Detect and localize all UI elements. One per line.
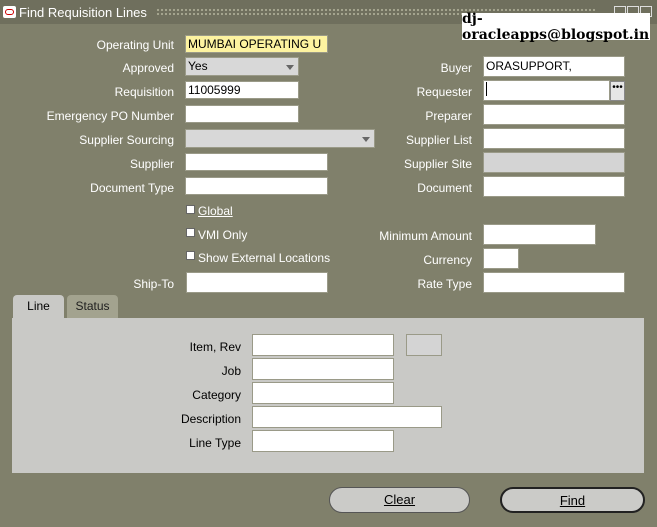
- document-field[interactable]: [483, 176, 625, 197]
- show-external-checkbox[interactable]: [186, 251, 195, 260]
- emergency-po-field[interactable]: [185, 105, 299, 123]
- approved-select[interactable]: Yes: [185, 57, 299, 76]
- description-field[interactable]: [252, 406, 442, 428]
- document-label: Document: [417, 181, 472, 195]
- category-field[interactable]: [252, 382, 394, 404]
- line-type-field[interactable]: [252, 430, 394, 452]
- vmi-only-label: VMI Only: [198, 228, 248, 242]
- minimum-amount-field[interactable]: [483, 224, 596, 245]
- description-label: Description: [180, 412, 241, 426]
- supplier-sourcing-label: Supplier Sourcing: [79, 133, 174, 147]
- supplier-list-field[interactable]: [483, 128, 625, 149]
- rev-field[interactable]: [406, 334, 442, 356]
- lov-ellipsis-icon[interactable]: •••: [610, 81, 625, 101]
- rate-type-field[interactable]: [483, 272, 625, 293]
- supplier-site-field[interactable]: [483, 152, 625, 173]
- ship-to-label: Ship-To: [133, 277, 174, 291]
- currency-label: Currency: [423, 253, 472, 267]
- document-type-label: Document Type: [90, 181, 174, 195]
- supplier-site-label: Supplier Site: [403, 157, 472, 171]
- item-rev-label: Item, Rev: [189, 340, 241, 354]
- window-title: Find Requisition Lines: [19, 5, 147, 20]
- approved-value: Yes: [188, 59, 208, 73]
- line-panel: Item, Rev Job Category Description Line …: [12, 318, 644, 473]
- item-field[interactable]: [252, 334, 394, 356]
- job-field[interactable]: [252, 358, 394, 380]
- vmi-only-checkbox[interactable]: [186, 228, 195, 237]
- tab-line[interactable]: Line: [13, 295, 64, 319]
- supplier-list-label: Supplier List: [405, 133, 472, 147]
- buyer-label: Buyer: [440, 61, 472, 75]
- requisition-field[interactable]: 11005999: [185, 81, 299, 99]
- text-cursor: [486, 82, 487, 96]
- clear-button-label: Clear: [383, 492, 416, 507]
- global-label-text: Global: [198, 204, 233, 218]
- minimum-amount-label: Minimum Amount: [379, 229, 472, 243]
- document-type-field[interactable]: [185, 177, 328, 195]
- job-label: Job: [221, 364, 241, 378]
- show-external-label: Show External Locations: [198, 251, 331, 265]
- global-label: Global: [198, 204, 233, 218]
- operating-unit-label: Operating Unit: [96, 38, 174, 52]
- chevron-down-icon: [286, 65, 294, 70]
- supplier-field[interactable]: [185, 153, 328, 171]
- find-button-label: Find: [559, 493, 586, 508]
- tab-status[interactable]: Status: [67, 295, 118, 318]
- supplier-sourcing-select[interactable]: [185, 129, 375, 148]
- rate-type-label: Rate Type: [417, 277, 472, 291]
- buyer-field[interactable]: ORASUPPORT,: [483, 56, 625, 77]
- line-type-label: Line Type: [189, 436, 241, 450]
- requisition-label: Requisition: [114, 85, 174, 99]
- emergency-po-label: Emergency PO Number: [46, 109, 174, 123]
- preparer-field[interactable]: [483, 104, 625, 125]
- supplier-label: Supplier: [129, 157, 174, 171]
- operating-unit-field[interactable]: MUMBAI OPERATING U: [185, 35, 328, 53]
- currency-field[interactable]: [483, 248, 519, 269]
- ship-to-field[interactable]: [186, 272, 328, 293]
- clear-button[interactable]: Clear: [329, 487, 470, 513]
- requester-label: Requester: [416, 85, 472, 99]
- find-button[interactable]: Find: [500, 487, 645, 513]
- approved-label: Approved: [122, 61, 174, 75]
- global-checkbox[interactable]: [186, 205, 195, 214]
- preparer-label: Preparer: [425, 109, 472, 123]
- watermark-label: dj-oracleapps@blogspot.in: [462, 10, 650, 43]
- requester-field[interactable]: [483, 80, 610, 101]
- category-label: Category: [192, 388, 241, 402]
- oracle-logo-icon: [3, 6, 16, 18]
